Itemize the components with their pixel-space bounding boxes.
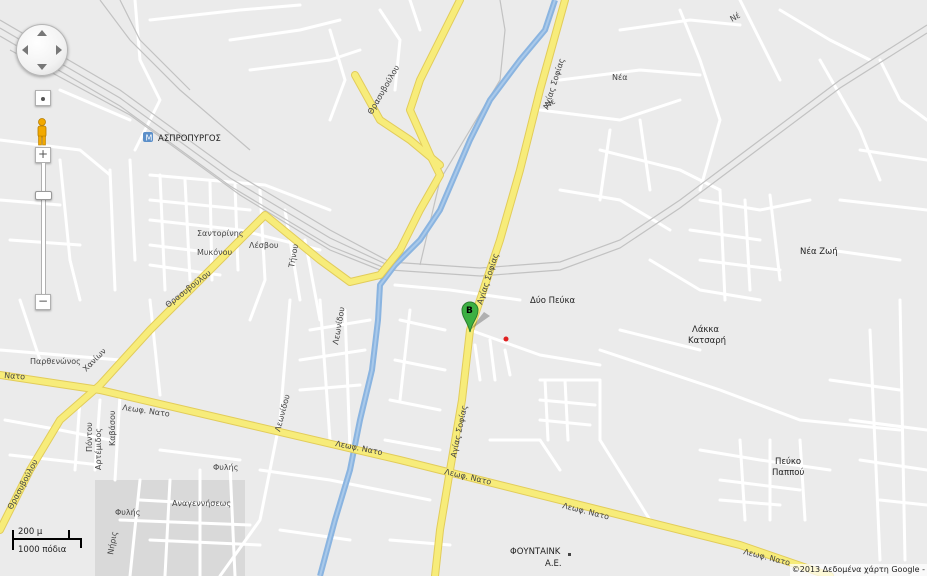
station-label: ΑΣΠΡΟΠΥΡΓΟΣ — [158, 134, 221, 144]
pan-up-arrow-icon[interactable] — [37, 30, 47, 36]
road-label-mykonou: Μυκόνου — [197, 247, 233, 257]
pegman-icon[interactable] — [35, 118, 49, 146]
scale-tick-imperial — [80, 538, 82, 548]
scale-bar: 200 μ 1000 πόδια — [10, 526, 90, 556]
road-label-artemidos: Αρτέμιδος — [93, 428, 103, 470]
scale-bar-line — [12, 538, 82, 540]
place-label-fountaink: ΦΟΥΝΤΑΙΝΚ — [510, 547, 561, 557]
pan-right-arrow-icon[interactable] — [56, 45, 62, 55]
zoom-reset-button[interactable] — [35, 90, 51, 106]
place-label-pappou: Παππού — [772, 467, 804, 478]
location-dot-icon — [503, 336, 509, 342]
road-label-pontou: Πόντου — [84, 422, 94, 452]
place-label-lakka: Λάκκα — [692, 325, 719, 335]
road-label-fylis-mid: Φυλής — [213, 463, 238, 472]
place-label-peuko: Πεύκο — [775, 456, 801, 467]
zoom-out-button[interactable]: − — [35, 294, 51, 310]
scale-tick-metric — [68, 530, 70, 539]
place-label-dyo-peuka: Δύο Πεύκα — [530, 295, 576, 306]
station-icon: Μ — [143, 132, 153, 143]
map-canvas[interactable]: Μ ΑΣΠΡΟΠΥΡΓΟΣ Θρασυβούλου Θρασυβούλου Θρ… — [0, 0, 927, 576]
road-label-kavasou: Καβάσου — [108, 410, 117, 446]
pan-left-arrow-icon[interactable] — [22, 45, 28, 55]
road-label-santorinis: Σαντορίνης — [197, 229, 244, 238]
zoom-slider-thumb[interactable] — [35, 191, 52, 200]
place-label-nea-zoi: Νέα Ζωή — [800, 246, 838, 257]
zoom-in-button[interactable]: + — [35, 147, 51, 163]
road-label-nato-left: Νατο — [4, 371, 26, 381]
road-label-nee: Νέα — [612, 72, 628, 82]
scale-metric-label: 200 μ — [18, 527, 43, 537]
scale-tick-left — [12, 530, 14, 550]
marker-label: B — [466, 306, 473, 316]
road-label-lesvou: Λέσβου — [249, 240, 279, 250]
dot-icon — [41, 97, 45, 101]
scale-imperial-label: 1000 πόδια — [18, 545, 67, 555]
road-label-anagenniseos: Αναγεννήσεως — [172, 499, 231, 508]
svg-text:Μ: Μ — [146, 134, 153, 143]
road-label-fylis-bottom: Φυλής — [115, 508, 140, 517]
zoom-slider-track[interactable] — [41, 162, 46, 299]
place-label-ae: Α.Ε. — [545, 559, 562, 569]
poi-dot-icon — [568, 553, 571, 556]
place-label-katsari: Κατσαρή — [688, 336, 726, 346]
pan-down-arrow-icon[interactable] — [37, 64, 47, 70]
copyright-notice: ©2013 Δεδομένα χάρτη Google - — [789, 564, 927, 576]
pan-control[interactable] — [16, 24, 68, 76]
road-label-parthenonos: Παρθενώνος — [30, 356, 81, 366]
